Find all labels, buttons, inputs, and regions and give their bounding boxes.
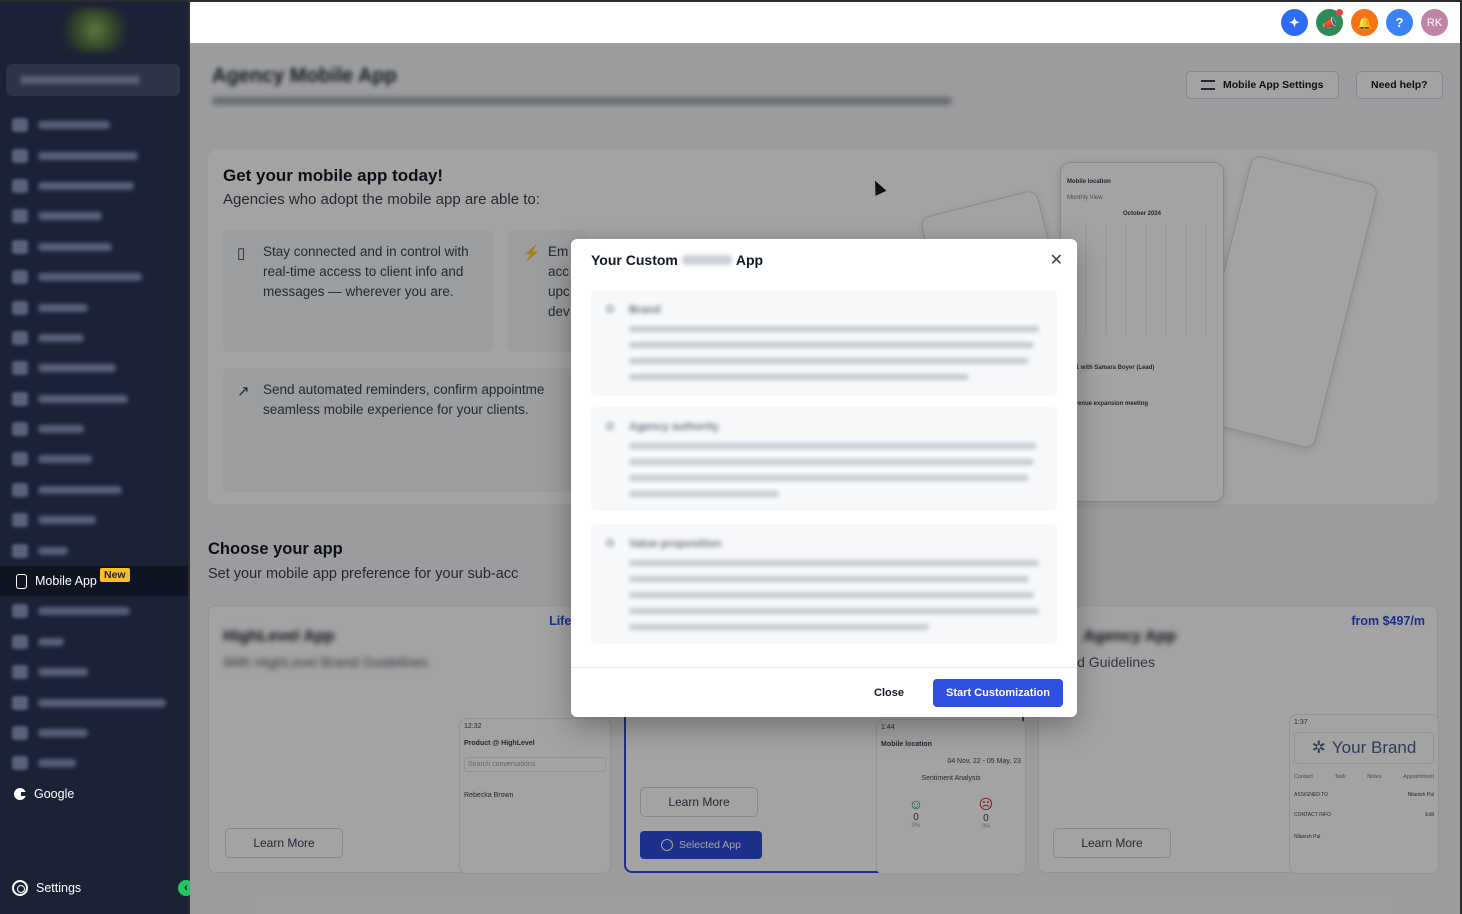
top-bar-actions: ✦ 📣 🔔 ? RK (1281, 9, 1448, 36)
sidebar-item[interactable] (0, 657, 188, 687)
sidebar-item[interactable] (0, 475, 188, 505)
top-bar: ✦ 📣 🔔 ? RK (190, 2, 1460, 43)
redacted-text (681, 255, 732, 265)
section-heading: Value proposition (629, 538, 722, 550)
help-icon[interactable]: ? (1386, 9, 1413, 36)
sidebar-item-label: Mobile App (35, 574, 97, 589)
sidebar-nav: Mobile App New Google (0, 110, 188, 809)
modal-section: Brand (591, 290, 1057, 396)
phone-icon (16, 573, 27, 589)
sidebar-item-mobile-app[interactable]: Mobile App New (0, 565, 188, 597)
sidebar-item-label: Google (34, 786, 75, 801)
new-badge: New (100, 567, 130, 582)
sidebar-item[interactable] (0, 535, 188, 565)
sidebar: Mobile App New Google Settings (0, 0, 188, 914)
section-heading: Agency authority (629, 421, 719, 433)
sparkle-icon[interactable]: ✦ (1281, 9, 1308, 36)
notification-dot (1336, 9, 1343, 16)
sidebar-item[interactable] (0, 292, 188, 322)
bell-icon[interactable]: 🔔 (1351, 9, 1378, 36)
close-button[interactable]: Close (874, 687, 904, 699)
sidebar-item[interactable] (0, 505, 188, 535)
start-customization-button[interactable]: Start Customization (933, 679, 1063, 707)
sidebar-item[interactable] (0, 171, 188, 201)
sidebar-item-google[interactable]: Google (0, 779, 188, 809)
sidebar-item[interactable] (0, 596, 188, 626)
section-icon (605, 421, 615, 431)
modal-section: Agency authority (591, 407, 1057, 511)
megaphone-icon[interactable]: 📣 (1316, 9, 1343, 36)
agency-logo (60, 8, 130, 52)
sidebar-item[interactable] (0, 718, 188, 748)
sidebar-item[interactable] (0, 687, 188, 717)
sidebar-item[interactable] (0, 110, 188, 140)
section-icon (605, 538, 615, 548)
modal-divider (571, 667, 1077, 668)
sidebar-item[interactable] (0, 232, 188, 262)
modal-section: Value proposition (591, 524, 1057, 644)
sidebar-item[interactable] (0, 384, 188, 414)
modal-title-prefix: Your Custom (591, 252, 678, 268)
section-heading: Brand (629, 304, 661, 316)
avatar[interactable]: RK (1421, 9, 1448, 36)
section-icon (605, 304, 615, 314)
account-switcher[interactable] (6, 64, 180, 96)
custom-app-modal: Your Custom App ✕ Brand Agency authority… (571, 239, 1077, 717)
megaphone-glyph: 📣 (1322, 15, 1337, 30)
gear-icon (12, 880, 28, 896)
sidebar-item[interactable] (0, 414, 188, 444)
sidebar-item-settings[interactable]: Settings (12, 880, 81, 896)
sidebar-item[interactable] (0, 748, 188, 778)
sidebar-item[interactable] (0, 627, 188, 657)
google-icon (14, 787, 27, 800)
close-icon[interactable]: ✕ (1050, 250, 1063, 270)
modal-title: Your Custom App (591, 252, 763, 268)
sidebar-item[interactable] (0, 353, 188, 383)
sidebar-item[interactable] (0, 140, 188, 170)
sidebar-item[interactable] (0, 323, 188, 353)
sidebar-item[interactable] (0, 262, 188, 292)
settings-label: Settings (36, 881, 82, 895)
sidebar-item[interactable] (0, 444, 188, 474)
sidebar-item[interactable] (0, 201, 188, 231)
modal-title-suffix: App (735, 252, 764, 268)
